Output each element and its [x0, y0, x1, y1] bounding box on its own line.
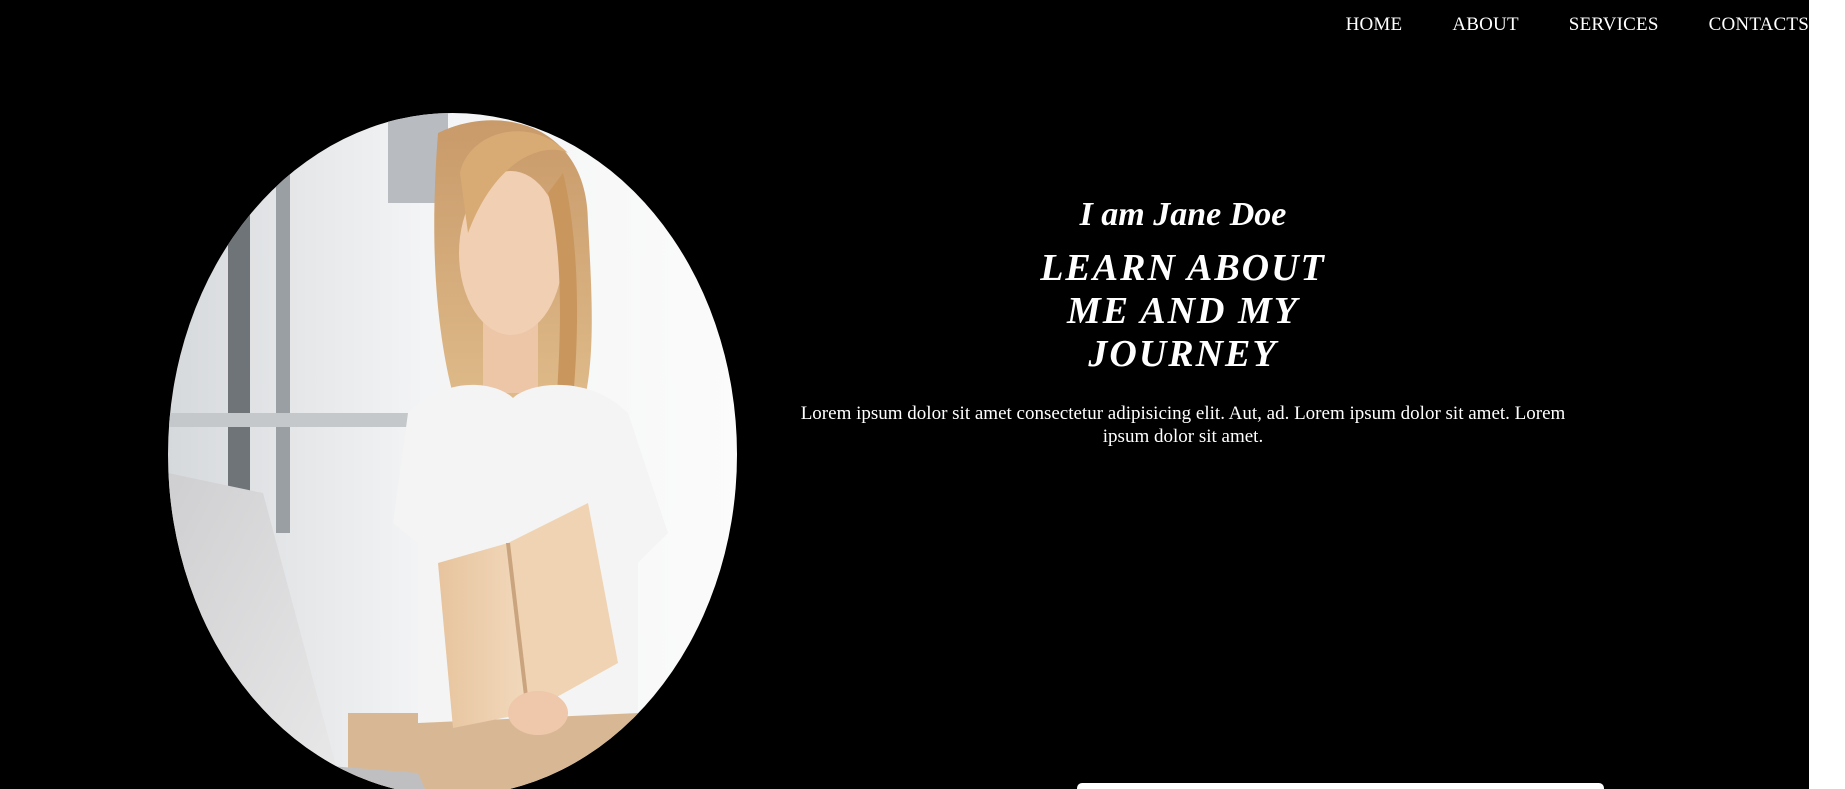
- content-card: [1077, 783, 1604, 789]
- nav-link-services[interactable]: SERVICES: [1569, 14, 1659, 36]
- nav-link-about[interactable]: ABOUT: [1452, 14, 1518, 36]
- nav-link-contacts[interactable]: CONTACTS: [1709, 14, 1809, 36]
- hero-section: HOME ABOUT SERVICES CONTACTS I am Jane D…: [0, 0, 1809, 789]
- main-nav: HOME ABOUT SERVICES CONTACTS: [1346, 14, 1809, 36]
- intro-heading: I am Jane Doe: [1079, 196, 1287, 233]
- hero-text: I am Jane Doe LEARN ABOUT ME AND MY JOUR…: [783, 189, 1583, 448]
- nav-link-home[interactable]: HOME: [1346, 14, 1403, 36]
- page-title: LEARN ABOUT ME AND MY JOURNEY: [1040, 247, 1326, 375]
- hero-description: Lorem ipsum dolor sit amet consectetur a…: [800, 403, 1566, 447]
- page: HOME ABOUT SERVICES CONTACTS I am Jane D…: [0, 0, 1845, 789]
- profile-photo: [168, 113, 737, 789]
